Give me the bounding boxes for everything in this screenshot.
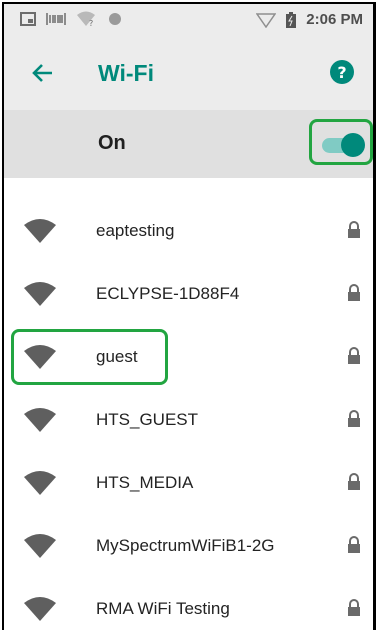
wifi-master-switch-bar[interactable]: On <box>4 110 373 178</box>
wifi-signal-icon <box>24 471 56 495</box>
lock-icon <box>348 473 360 490</box>
battery-icon <box>286 11 297 28</box>
network-ssid: ECLYPSE-1D88F4 <box>96 284 240 303</box>
status-time: 2:06 PM <box>306 11 363 28</box>
wifi-signal-icon <box>24 597 56 621</box>
app-toolbar: Wi-Fi ? <box>4 36 373 110</box>
wifi-question-icon: ? <box>77 11 95 27</box>
network-ssid: eaptesting <box>96 221 175 240</box>
barcode-icon <box>46 13 66 25</box>
network-list: eaptesting ECLYPSE-1D88F4 guest HTS_GUES… <box>4 200 373 630</box>
lock-icon <box>348 536 360 553</box>
network-ssid: HTS_GUEST <box>96 410 199 429</box>
arrow-back-icon[interactable] <box>26 56 60 90</box>
network-ssid: MySpectrumWiFiB1-2G <box>96 536 275 555</box>
network-ssid: guest <box>96 347 138 366</box>
lock-icon <box>348 284 360 301</box>
screenshot-icon <box>20 12 36 26</box>
network-row[interactable]: MySpectrumWiFiB1-2G <box>4 515 373 578</box>
circle-icon <box>109 13 121 25</box>
wifi-signal-icon <box>24 408 56 432</box>
wifi-signal-icon <box>24 534 56 558</box>
lock-icon <box>348 599 360 616</box>
wifi-signal-icon <box>24 345 56 369</box>
network-row[interactable]: ECLYPSE-1D88F4 <box>4 263 373 326</box>
lock-icon <box>348 410 360 427</box>
wifi-toggle[interactable] <box>309 119 373 165</box>
wifi-signal-icon <box>24 282 56 306</box>
help-icon[interactable]: ? <box>329 59 355 85</box>
phone-screen: ? 2:06 PM Wi-Fi ? On eaptesting ECLYPSE-… <box>2 2 376 630</box>
svg-text:?: ? <box>89 19 93 27</box>
svg-text:?: ? <box>337 63 346 82</box>
network-ssid: HTS_MEDIA <box>96 473 194 492</box>
network-ssid: RMA WiFi Testing <box>96 599 230 618</box>
signal-icon <box>256 12 277 28</box>
lock-icon <box>348 221 360 238</box>
network-row[interactable]: eaptesting <box>4 200 373 263</box>
page-title: Wi-Fi <box>98 60 154 86</box>
network-row-guest[interactable]: guest <box>4 326 373 389</box>
wifi-switch-label: On <box>98 132 126 154</box>
wifi-signal-icon <box>24 219 56 243</box>
lock-icon <box>348 347 360 364</box>
status-bar: ? 2:06 PM <box>4 4 373 36</box>
network-row[interactable]: HTS_MEDIA <box>4 452 373 515</box>
network-row[interactable]: HTS_GUEST <box>4 389 373 452</box>
network-row[interactable]: RMA WiFi Testing <box>4 578 373 630</box>
toggle-knob <box>341 133 365 157</box>
